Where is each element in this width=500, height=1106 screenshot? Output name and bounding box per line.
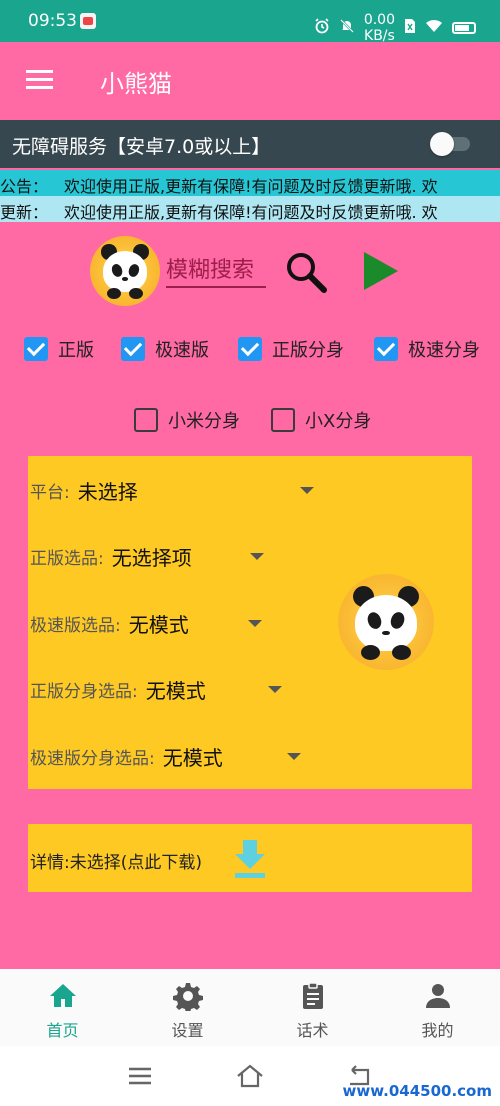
fuzzy-search-input[interactable]: 模糊搜索 xyxy=(166,252,266,288)
checkbox-xiaomi-clone[interactable]: 小米分身 xyxy=(134,406,240,434)
checkbox-official-clone[interactable]: 正版分身 xyxy=(238,335,344,363)
notice-marquee: 公告： 欢迎使用正版,更新有保障!有问题及时反馈更新哦. 欢 xyxy=(0,170,500,196)
update-text: 欢迎使用正版,更新有保障!有问题及时反馈更新哦. 欢 xyxy=(64,203,438,222)
option-label: 极速版选品: xyxy=(30,615,121,636)
status-bar: 09:53 0.00 KB/s xyxy=(0,0,500,44)
panda-mascot xyxy=(338,574,434,670)
checkbox-box xyxy=(238,337,262,361)
notice-prefix: 公告： xyxy=(0,177,49,196)
checkbox-label: 小米分身 xyxy=(168,411,240,432)
net-speed-icon: 0.00 KB/s xyxy=(364,12,395,44)
search-icon[interactable] xyxy=(284,250,328,294)
chevron-down-icon xyxy=(287,753,301,760)
checkbox-box xyxy=(121,337,145,361)
option-label: 正版分身选品: xyxy=(30,681,138,702)
home-icon xyxy=(50,984,76,1007)
sim-icon xyxy=(404,18,416,38)
checkbox-box xyxy=(374,337,398,361)
clipboard-icon xyxy=(303,982,323,1009)
checkbox-box xyxy=(271,408,295,432)
checkbox-lite-clone[interactable]: 极速分身 xyxy=(374,335,480,363)
play-icon[interactable] xyxy=(360,250,400,292)
checkbox-label: 极速分身 xyxy=(408,340,480,361)
lite-clone-product-select[interactable]: 极速版分身选品: 无模式 xyxy=(30,738,301,774)
platform-select[interactable]: 平台: 未选择 xyxy=(30,472,314,508)
app-notification-icon xyxy=(80,13,96,29)
chevron-down-icon xyxy=(300,487,314,494)
checkbox-box xyxy=(134,408,158,432)
option-value: 无选择项 xyxy=(111,545,192,570)
option-label: 极速版分身选品: xyxy=(30,748,155,769)
update-prefix: 更新： xyxy=(0,203,49,222)
option-value: 无模式 xyxy=(145,678,206,703)
chevron-down-icon xyxy=(268,686,282,693)
alarm-icon xyxy=(314,18,330,38)
wifi-icon xyxy=(425,19,443,37)
lite-product-select[interactable]: 极速版选品: 无模式 xyxy=(30,605,262,641)
checkbox-official[interactable]: 正版 xyxy=(24,335,94,363)
status-time: 09:53 xyxy=(28,11,77,31)
nav-label: 首页 xyxy=(46,1021,79,1040)
details-value: 未选择(点此下载) xyxy=(69,853,202,873)
update-marquee: 更新： 欢迎使用正版,更新有保障!有问题及时反馈更新哦. 欢 xyxy=(0,196,500,222)
chevron-down-icon xyxy=(250,553,264,560)
option-label: 平台: xyxy=(30,482,70,503)
version-checkboxes: 正版 极速版 正版分身 极速分身 xyxy=(0,332,500,366)
accessibility-service-row[interactable]: 无障碍服务【安卓7.0或以上】 xyxy=(0,120,500,168)
recents-icon[interactable] xyxy=(126,1064,154,1088)
nav-label: 设置 xyxy=(171,1021,204,1040)
option-label: 正版选品: xyxy=(30,548,104,569)
person-icon xyxy=(426,984,450,1008)
clone-checkboxes: 小米分身 小X分身 xyxy=(0,403,500,437)
panda-avatar xyxy=(90,236,160,306)
checkbox-box xyxy=(24,337,48,361)
checkbox-x-clone[interactable]: 小X分身 xyxy=(271,406,371,434)
nav-label: 话术 xyxy=(296,1021,329,1040)
accessibility-service-label: 无障碍服务【安卓7.0或以上】 xyxy=(12,136,271,158)
menu-icon[interactable] xyxy=(26,70,53,90)
checkbox-lite[interactable]: 极速版 xyxy=(121,335,209,363)
watermark: www.044500.com xyxy=(342,1082,492,1100)
nav-scripts[interactable]: 话术 xyxy=(250,969,375,1046)
checkbox-label: 小X分身 xyxy=(305,411,372,432)
app-bar: 小熊猫 xyxy=(0,42,500,120)
accessibility-toggle[interactable] xyxy=(430,132,472,156)
option-value: 无模式 xyxy=(162,745,223,770)
home-button-icon[interactable] xyxy=(236,1064,264,1088)
mute-icon xyxy=(339,18,355,38)
nav-home[interactable]: 首页 xyxy=(0,969,125,1046)
app-title: 小熊猫 xyxy=(100,70,172,98)
official-clone-product-select[interactable]: 正版分身选品: 无模式 xyxy=(30,671,282,707)
gear-icon xyxy=(173,983,203,1011)
checkbox-label: 极速版 xyxy=(155,340,209,361)
toggle-thumb xyxy=(430,132,454,156)
net-speed-value: 0.00 xyxy=(363,12,395,28)
official-product-select[interactable]: 正版选品: 无选择项 xyxy=(30,538,264,574)
search-row: 模糊搜索 xyxy=(0,236,500,306)
nav-settings[interactable]: 设置 xyxy=(125,969,250,1046)
notice-text: 欢迎使用正版,更新有保障!有问题及时反馈更新哦. 欢 xyxy=(64,177,438,196)
nav-mine[interactable]: 我的 xyxy=(375,969,500,1046)
status-icons: 0.00 KB/s xyxy=(314,12,476,44)
option-value: 未选择 xyxy=(77,479,138,504)
bottom-nav: 首页 设置 话术 我的 xyxy=(0,969,500,1046)
checkbox-label: 正版分身 xyxy=(272,340,344,361)
checkbox-label: 正版 xyxy=(58,340,94,361)
battery-icon xyxy=(452,22,476,34)
download-icon[interactable] xyxy=(232,838,268,880)
details-download[interactable]: 详情:未选择(点此下载) xyxy=(28,824,472,892)
chevron-down-icon xyxy=(248,620,262,627)
options-panel: 平台: 未选择 正版选品: 无选择项 极速版选品: 无模式 正版分身选品: 无模… xyxy=(28,456,472,789)
option-value: 无模式 xyxy=(128,612,189,637)
nav-label: 我的 xyxy=(421,1021,454,1040)
details-label: 详情:未选择(点此下载) xyxy=(30,853,202,873)
